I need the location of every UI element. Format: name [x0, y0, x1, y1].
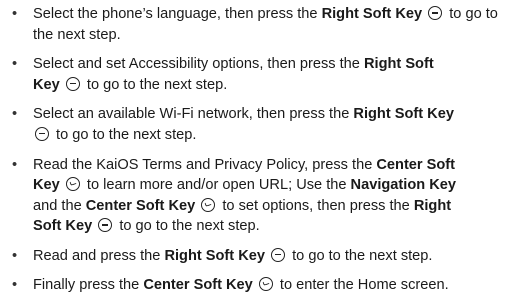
- step-text: to go to the next step.: [288, 247, 433, 264]
- setup-steps-list: • Select the phone’s language, then press…: [12, 4, 507, 296]
- step-text: to go to the next step.: [115, 218, 260, 235]
- center-soft-key-icon: [258, 277, 273, 292]
- bullet: •: [12, 56, 18, 73]
- step-text: Read the KaiOS Terms and Privacy Policy,…: [33, 156, 377, 173]
- step-wifi: • Select an available Wi-Fi network, then…: [12, 104, 507, 145]
- key-name: Soft Key: [33, 218, 93, 235]
- key-name: Center Soft Key: [85, 197, 196, 214]
- step-text: and the: [33, 197, 86, 214]
- key-name: Key: [33, 177, 60, 194]
- right-soft-key-icon: [35, 126, 49, 141]
- bullet: •: [12, 247, 18, 264]
- step-text: to learn more and/or open URL; Use the: [82, 177, 351, 194]
- step-language: • Select the phone’s language, then press…: [12, 4, 507, 45]
- step-text: to go to the next step.: [82, 76, 228, 93]
- step-read: • Read and press the Right Soft Key to go…: [12, 246, 507, 267]
- instruction-page: • Select the phone’s language, then press…: [0, 0, 517, 293]
- step-text: to go to the next step.: [52, 126, 197, 143]
- key-name: Right Soft Key: [321, 6, 423, 22]
- right-soft-key-icon: [98, 218, 113, 233]
- right-soft-key-icon: [65, 76, 80, 91]
- center-soft-key-icon: [65, 177, 80, 192]
- step-text: Read and press the: [33, 247, 165, 264]
- key-name: Right Soft Key: [164, 247, 265, 264]
- center-soft-key-icon: [201, 197, 216, 212]
- bullet: •: [12, 106, 18, 123]
- step-text: to enter the Home screen.: [275, 277, 449, 294]
- bullet: •: [12, 6, 18, 22]
- bullet: •: [12, 277, 18, 294]
- step-home: • Finally press the Center Soft Key to en…: [12, 275, 507, 296]
- key-name: Right Soft Key: [353, 106, 454, 123]
- right-soft-key-icon: [428, 6, 443, 20]
- key-name: Right: [413, 197, 452, 214]
- step-terms: • Read the KaiOS Terms and Privacy Policy…: [12, 155, 507, 237]
- key-name: Center Soft: [376, 156, 456, 173]
- key-name: Right Soft: [363, 56, 434, 73]
- right-soft-key-icon: [271, 247, 286, 262]
- bullet: •: [12, 156, 18, 173]
- step-text: to set options, then press the: [218, 197, 414, 214]
- step-text: Finally press the: [33, 277, 144, 294]
- step-text: Select the phone’s language, then press …: [33, 6, 322, 22]
- step-accessibility: • Select and set Accessibility options, t…: [12, 54, 507, 95]
- key-name: Navigation Key: [350, 177, 456, 194]
- key-name: Center Soft Key: [143, 277, 253, 294]
- step-text: Select and set Accessibility options, th…: [33, 56, 364, 73]
- step-text: Select an available Wi-Fi network, then …: [33, 106, 354, 123]
- key-name: Key: [33, 76, 60, 93]
